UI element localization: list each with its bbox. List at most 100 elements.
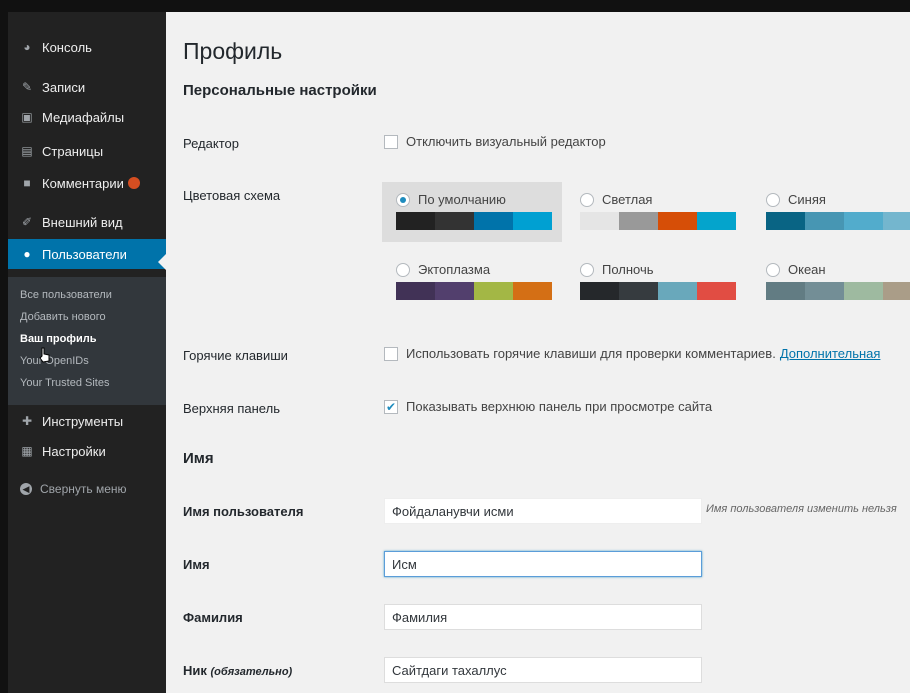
color-scheme-radio[interactable]: [396, 192, 410, 207]
swatch: [619, 282, 658, 300]
color-scheme-option[interactable]: Синяя: [752, 182, 910, 242]
menu-item-pages[interactable]: ▤ Страницы: [8, 136, 166, 166]
swatch: [658, 212, 697, 230]
color-scheme-option[interactable]: Светлая: [566, 182, 746, 242]
swatch: [435, 212, 474, 230]
nickname-field[interactable]: Сайтдаги тахаллус: [384, 657, 702, 683]
settings-icon: ▦: [21, 444, 33, 458]
submenu-item-openids[interactable]: Your OpenIDs: [20, 355, 89, 367]
menu-item-label: Пользователи: [42, 246, 127, 262]
color-swatches: [396, 212, 552, 230]
username-description: Имя пользователя изменить нельзя: [706, 503, 897, 515]
editor-option-label: Отключить визуальный редактор: [406, 134, 606, 149]
show-toolbar-checkbox[interactable]: ✔: [384, 399, 398, 414]
hotkeys-option-row[interactable]: Использовать горячие клавиши для проверк…: [384, 346, 880, 361]
swatch: [474, 212, 513, 230]
menu-item-label: Внешний вид: [42, 214, 123, 230]
hotkeys-label: Горячие клавиши: [183, 348, 288, 363]
submenu-item-your-profile[interactable]: Ваш профиль: [20, 333, 97, 345]
lastname-field[interactable]: Фамилия: [384, 604, 702, 630]
swatch: [396, 212, 435, 230]
submenu-item-trusted-sites[interactable]: Your Trusted Sites: [20, 377, 109, 389]
active-menu-arrow: [158, 254, 166, 270]
swatch: [844, 282, 883, 300]
menu-item-settings[interactable]: ▦ Настройки: [8, 436, 166, 466]
menu-item-label: Медиафайлы: [42, 109, 125, 125]
color-scheme-radio[interactable]: [396, 262, 410, 277]
username-label: Имя пользователя: [183, 504, 304, 519]
section-name: Имя: [183, 450, 214, 467]
pin-icon: ✎: [21, 80, 33, 94]
firstname-label: Имя: [183, 557, 210, 572]
menu-item-users[interactable]: ● Пользователи: [8, 239, 166, 269]
swatch: [697, 282, 736, 300]
swatch: [883, 212, 910, 230]
toolbar-label: Верхняя панель: [183, 401, 280, 416]
admin-sidebar: ◕ Консоль ✎ Записи ▣ Медиафайлы ▤ Страни…: [8, 12, 166, 693]
swatch: [805, 282, 844, 300]
media-icon: ▣: [21, 110, 33, 124]
user-icon: ●: [23, 247, 31, 261]
editor-label: Редактор: [183, 136, 239, 151]
menu-item-dashboard[interactable]: ◕ Консоль: [8, 32, 166, 62]
color-scheme-option[interactable]: По умолчанию: [382, 182, 562, 242]
menu-item-posts[interactable]: ✎ Записи: [8, 72, 166, 102]
collapse-menu-button[interactable]: ◀ Свернуть меню: [8, 474, 166, 504]
hotkeys-option-label: Использовать горячие клавиши для проверк…: [406, 346, 776, 361]
firstname-field[interactable]: Исм: [384, 551, 702, 577]
wp-admin-window: ◕ Консоль ✎ Записи ▣ Медиафайлы ▤ Страни…: [0, 0, 910, 693]
username-field: Фойдаланувчи исми: [384, 498, 702, 524]
submenu-item-add-new[interactable]: Добавить нового: [20, 311, 106, 323]
swatch: [435, 282, 474, 300]
color-scheme-radio[interactable]: [766, 262, 780, 277]
swatch: [766, 282, 805, 300]
swatch: [844, 212, 883, 230]
swatch: [580, 212, 619, 230]
color-swatches: [396, 282, 552, 300]
menu-item-label: Настройки: [42, 443, 106, 459]
color-scheme-name: Океан: [788, 262, 826, 277]
nickname-required-note: (обязательно): [210, 666, 293, 678]
color-scheme-radio[interactable]: [580, 262, 594, 277]
color-swatches: [580, 282, 736, 300]
swatch: [580, 282, 619, 300]
swatch: [658, 282, 697, 300]
menu-item-tools[interactable]: ✚ Инструменты: [8, 406, 166, 436]
nickname-label: Ник (обязательно): [183, 663, 292, 678]
color-scheme-radio[interactable]: [580, 192, 594, 207]
toolbar-option-row[interactable]: ✔ Показывать верхнюю панель при просмотр…: [384, 399, 712, 414]
color-swatches: [766, 282, 910, 300]
comment-icon: ■: [23, 176, 31, 190]
hotkeys-checkbox[interactable]: [384, 346, 398, 361]
menu-item-label: Страницы: [42, 143, 104, 159]
color-scheme-name: Эктоплазма: [418, 262, 491, 277]
toolbar-option-label: Показывать верхнюю панель при просмотре …: [406, 399, 713, 414]
swatch: [396, 282, 435, 300]
page-title: Профиль: [183, 38, 283, 64]
menu-item-label: Записи: [42, 79, 86, 95]
section-personal-settings: Персональные настройки: [183, 82, 377, 99]
hand-cursor-icon: [39, 347, 50, 363]
color-scheme-option[interactable]: Эктоплазма: [382, 252, 562, 312]
dashboard-icon: ◕: [23, 40, 31, 54]
color-scheme-radio[interactable]: [766, 192, 780, 207]
editor-option-row[interactable]: Отключить визуальный редактор: [384, 134, 606, 149]
swatch: [513, 282, 552, 300]
swatch: [766, 212, 805, 230]
users-submenu: Все пользователи Добавить нового Ваш про…: [8, 277, 166, 405]
submenu-item-all-users[interactable]: Все пользователи: [20, 289, 112, 301]
disable-visual-editor-checkbox[interactable]: [384, 134, 398, 149]
window-edge: [0, 0, 8, 693]
swatch: [883, 282, 910, 300]
swatch: [805, 212, 844, 230]
menu-item-label: Комментарии: [42, 175, 124, 191]
menu-item-appearance[interactable]: ✐ Внешний вид: [8, 207, 166, 237]
menu-item-comments[interactable]: ■ Комментарии: [8, 168, 166, 198]
color-scheme-name: Синяя: [788, 192, 826, 207]
menu-item-media[interactable]: ▣ Медиафайлы: [8, 102, 166, 132]
hotkeys-more-link[interactable]: Дополнительная: [780, 346, 881, 361]
color-scheme-option[interactable]: Океан: [752, 252, 910, 312]
color-scheme-option[interactable]: Полночь: [566, 252, 746, 312]
color-swatches: [766, 212, 910, 230]
menu-item-label: Консоль: [42, 39, 92, 55]
